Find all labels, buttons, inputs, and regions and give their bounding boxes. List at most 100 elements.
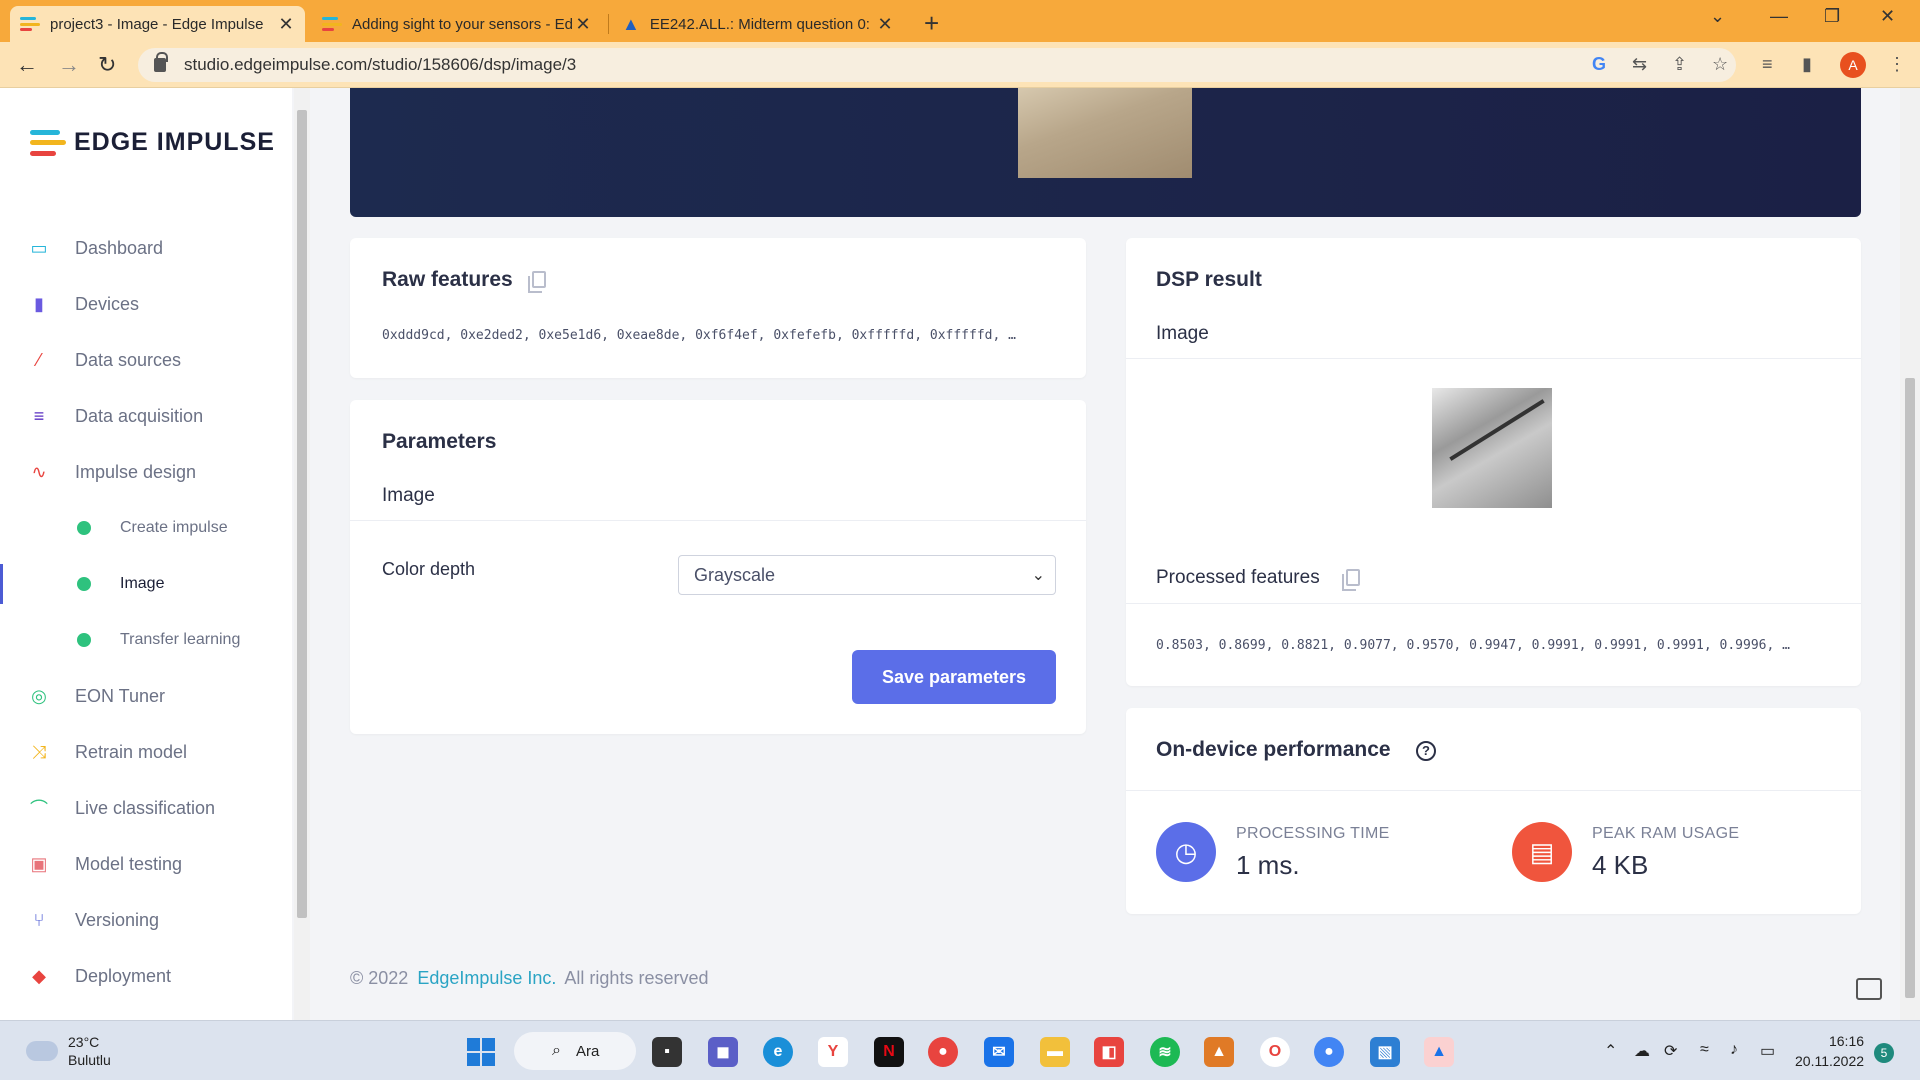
tab-project3[interactable]: project3 - Image - Edge Impulse ✕	[10, 6, 305, 42]
notification-badge[interactable]: 5	[1874, 1043, 1894, 1063]
translate-icon[interactable]: ⇆	[1632, 54, 1647, 75]
page-scrollbar[interactable]	[1900, 88, 1920, 1020]
company-link[interactable]: EdgeImpulse Inc.	[417, 968, 556, 988]
photos-icon[interactable]: ▧	[1370, 1037, 1400, 1067]
sidebar-item-deployment[interactable]: ◆ Deployment	[0, 956, 292, 996]
browser-menu-icon[interactable]: ⋮	[1888, 54, 1906, 75]
dsp-image-label: Image	[1156, 323, 1209, 344]
netflix-icon[interactable]: N	[874, 1037, 904, 1067]
volume-icon[interactable]: ♪	[1730, 1041, 1738, 1059]
sidebar-item-dashboard[interactable]: ▭ Dashboard	[0, 228, 292, 268]
help-icon[interactable]: ?	[1416, 741, 1436, 761]
sidebar-item-retrain-model[interactable]: ⤨ Retrain model	[0, 732, 292, 772]
status-dot-icon	[77, 521, 91, 535]
scrollbar-thumb[interactable]	[297, 110, 307, 918]
parameters-title: Parameters	[382, 430, 497, 453]
profile-avatar[interactable]: A	[1840, 52, 1866, 78]
peak-ram-label: PEAK RAM USAGE	[1592, 825, 1740, 842]
processed-features-label: Processed features	[1156, 567, 1320, 588]
sidebar-subitem-create-impulse[interactable]: Create impulse	[0, 508, 292, 548]
mail-icon[interactable]: ✉	[984, 1037, 1014, 1067]
sidebar-subitem-transfer-learning[interactable]: Transfer learning	[0, 620, 292, 660]
search-icon: ⌕	[552, 1042, 561, 1059]
drive-icon[interactable]: ▲	[1424, 1037, 1454, 1067]
dsp-result-card: DSP result Image Processed features 0.85…	[1126, 238, 1861, 686]
system-clock[interactable]: 16:16 20.11.2022	[1795, 1031, 1864, 1071]
bookmark-star-icon[interactable]: ☆	[1712, 54, 1728, 75]
task-view-icon[interactable]: ▪	[652, 1037, 682, 1067]
side-panel-icon[interactable]: ▮	[1802, 54, 1812, 75]
clock-time: 16:16	[1828, 1033, 1865, 1049]
minimize-icon[interactable]: —	[1770, 6, 1788, 27]
sidebar-item-live-classification[interactable]: ⌒ Live classification	[0, 788, 292, 828]
save-parameters-button[interactable]: Save parameters	[852, 650, 1056, 704]
signal-icon: ⌒	[30, 799, 48, 819]
sidebar-item-devices[interactable]: ▮ Devices	[0, 284, 292, 324]
spotify-icon[interactable]: ≋	[1150, 1037, 1180, 1067]
edge-impulse-favicon-icon	[20, 17, 40, 31]
windows-start-icon[interactable]	[467, 1038, 495, 1066]
dsp-result-title: DSP result	[1156, 268, 1262, 291]
sidebar-item-impulse-design[interactable]: ∿ Impulse design	[0, 452, 292, 492]
close-tab-icon[interactable]: ✕	[277, 14, 295, 35]
chrome-icon[interactable]: ●	[928, 1037, 958, 1067]
share-icon[interactable]: ⇪	[1672, 54, 1687, 75]
chrome-profile-icon[interactable]: ●	[1314, 1037, 1344, 1067]
page-footer: © 2022 EdgeImpulse Inc. All rights reser…	[350, 968, 708, 989]
wifi-icon[interactable]: ≈	[1700, 1041, 1709, 1059]
cloud-sync-icon[interactable]: ☁	[1634, 1041, 1650, 1061]
box-icon: ◆	[32, 965, 46, 986]
close-tab-icon[interactable]: ✕	[876, 14, 894, 35]
sidebar-item-label: Devices	[75, 293, 140, 314]
url-input[interactable]: studio.edgeimpulse.com/studio/158606/dsp…	[138, 48, 1736, 82]
sidebar-subitem-label: Transfer learning	[120, 631, 241, 648]
back-icon[interactable]: ←	[16, 52, 38, 78]
tab-search-chevron-icon[interactable]: ⌄	[1710, 6, 1725, 27]
google-icon[interactable]: G	[1592, 54, 1606, 75]
sync-icon[interactable]: ⟳	[1664, 1041, 1677, 1061]
sidebar-item-label: Dashboard	[75, 237, 164, 258]
copy-icon[interactable]	[528, 271, 546, 293]
scrollbar-thumb[interactable]	[1905, 378, 1915, 998]
lock-icon[interactable]	[154, 52, 168, 72]
close-window-icon[interactable]: ✕	[1880, 6, 1895, 27]
feedback-chat-icon[interactable]	[1856, 978, 1882, 1000]
sidebar-scrollbar[interactable]	[294, 88, 310, 1020]
tab-adding-sight[interactable]: Adding sight to your sensors - Ed ✕	[312, 6, 602, 42]
edge-browser-icon[interactable]: e	[763, 1037, 793, 1067]
forward-icon[interactable]: →	[58, 52, 80, 78]
status-dot-icon	[77, 633, 91, 647]
sidebar-item-model-testing[interactable]: ▣ Model testing	[0, 844, 292, 884]
yandex-icon[interactable]: Y	[818, 1037, 848, 1067]
memory-icon: ▤	[1512, 822, 1572, 882]
teams-icon[interactable]: ◼	[708, 1037, 738, 1067]
pulse-icon: ∿	[31, 461, 47, 482]
edge-impulse-logo[interactable]: EDGE IMPULSE	[30, 128, 275, 157]
file-explorer-icon[interactable]: ▬	[1040, 1037, 1070, 1067]
close-tab-icon[interactable]: ✕	[574, 14, 592, 35]
weather-widget[interactable]: 23°C Bulutlu	[26, 1033, 111, 1069]
sidebar-item-data-acquisition[interactable]: ≡ Data acquisition	[0, 396, 292, 436]
sidebar-item-versioning[interactable]: ⑂ Versioning	[0, 900, 292, 940]
sidebar-item-data-sources[interactable]: ⁄ Data sources	[0, 340, 292, 380]
office-icon[interactable]: ◧	[1094, 1037, 1124, 1067]
battery-icon[interactable]: ▭	[1760, 1041, 1775, 1061]
tab-ee242[interactable]: ▲ EE242.ALL.: Midterm question 0: ✕	[612, 6, 904, 42]
restore-icon[interactable]: ❐	[1824, 6, 1840, 27]
reading-list-icon[interactable]: ≡	[1762, 54, 1773, 75]
copy-icon[interactable]	[1342, 569, 1360, 591]
divider	[350, 520, 1086, 521]
sidebar-subitem-image[interactable]: Image	[0, 564, 292, 604]
new-tab-icon[interactable]: +	[924, 8, 939, 39]
color-depth-label: Color depth	[382, 559, 476, 579]
opera-icon[interactable]: O	[1260, 1037, 1290, 1067]
tab-title: project3 - Image - Edge Impulse	[50, 15, 264, 33]
chevron-up-icon[interactable]: ⌃	[1604, 1041, 1617, 1061]
color-depth-select[interactable]: Grayscale ⌄	[678, 555, 1056, 595]
tab-title: EE242.ALL.: Midterm question 0:	[649, 15, 870, 33]
matlab-icon[interactable]: ▲	[1204, 1037, 1234, 1067]
branch-icon: ⑂	[33, 909, 45, 930]
sidebar-item-eon-tuner[interactable]: ◎ EON Tuner	[0, 676, 292, 716]
reload-icon[interactable]: ↻	[98, 52, 116, 78]
taskbar-search[interactable]: ⌕ Ara	[514, 1032, 636, 1070]
